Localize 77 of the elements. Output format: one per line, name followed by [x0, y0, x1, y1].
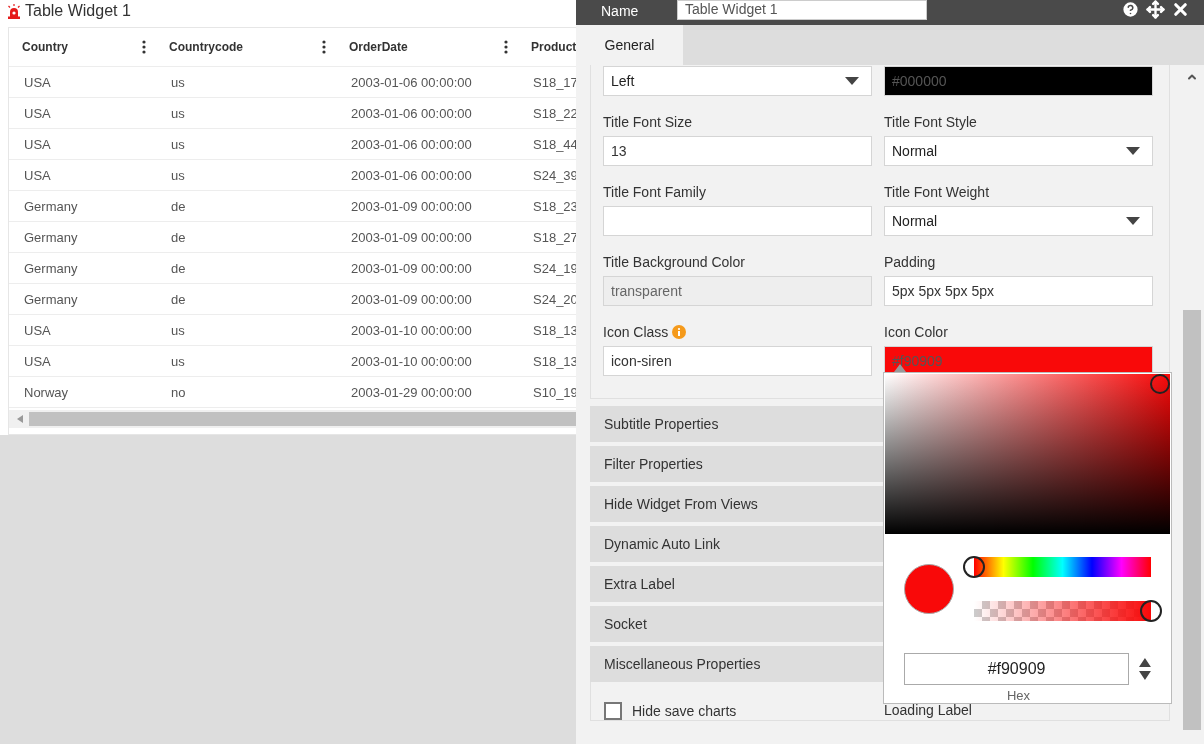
table-cell-text: 2003-01-06 00:00:00	[350, 166, 473, 185]
table-cell-text: USA	[23, 135, 52, 154]
table-cell-text: 2003-01-06 00:00:00	[350, 104, 473, 123]
alpha-thumb[interactable]	[1140, 600, 1162, 622]
field-label: Title Font Weight	[884, 184, 990, 200]
table-cell-text: de	[170, 228, 187, 247]
table-cell-text: de	[170, 290, 187, 309]
close-icon[interactable]	[1171, 0, 1190, 19]
name-field[interactable]: Table Widget 1	[677, 0, 927, 20]
table-cell-text: USA	[23, 104, 52, 123]
field-label: Title Font Style	[884, 114, 977, 130]
table-cell-text: 2003-01-09 00:00:00	[350, 197, 473, 216]
saturation-area[interactable]	[885, 374, 1170, 534]
column-menu-icon[interactable]	[142, 40, 146, 54]
table-cell-text: USA	[23, 166, 52, 185]
table-cell-text: 2003-01-29 00:00:00	[350, 383, 473, 402]
siren-icon	[7, 3, 21, 19]
table-cell-text: de	[170, 259, 187, 278]
table-cell-text: USA	[23, 321, 52, 340]
move-icon[interactable]	[1146, 0, 1165, 19]
field-label: Title Font Size	[603, 114, 692, 130]
field-label: Loading Label	[884, 702, 973, 720]
up-down-arrows-icon[interactable]	[1139, 658, 1151, 680]
table-cell-text: 2003-01-10 00:00:00	[350, 352, 473, 371]
dropdown-caret-icon	[845, 77, 859, 85]
field-label: Title Font Family	[603, 184, 706, 200]
checkbox[interactable]	[604, 702, 622, 720]
input-field[interactable]	[603, 206, 872, 236]
column-header[interactable]: OrderDate	[336, 28, 518, 66]
table-cell-text: us	[170, 135, 186, 154]
table-cell-text: no	[170, 383, 187, 402]
table-cell-text: USA	[23, 73, 52, 92]
hex-label: Hex	[1006, 688, 1031, 703]
select-field[interactable]: Normal	[884, 136, 1153, 166]
horizontal-scrollbar[interactable]	[9, 410, 576, 428]
table-cell-text: 2003-01-09 00:00:00	[350, 228, 473, 247]
table-cell-text: us	[170, 166, 186, 185]
column-header[interactable]: Country	[9, 28, 156, 66]
table-cell-text: us	[170, 352, 186, 371]
input-field[interactable]: 5px 5px 5px 5px	[884, 276, 1153, 306]
help-icon[interactable]	[1121, 0, 1140, 19]
widget-title: Table Widget 1	[25, 2, 131, 20]
dropdown-caret-icon	[1126, 147, 1140, 155]
table-cell-text: 2003-01-06 00:00:00	[350, 135, 473, 154]
hue-thumb[interactable]	[963, 556, 985, 578]
table-cell-text: 2003-01-09 00:00:00	[350, 259, 473, 278]
table-cell-text: USA	[23, 352, 52, 371]
column-header[interactable]: Product	[518, 28, 576, 66]
field-label: Padding	[884, 254, 936, 270]
table-cell-text: Germany	[23, 197, 79, 216]
table-cell-text: Norway	[23, 383, 70, 402]
column-menu-icon[interactable]	[322, 40, 326, 54]
select-field[interactable]: Normal	[884, 206, 1153, 236]
table-cell-text: 2003-01-10 00:00:00	[350, 321, 473, 340]
input-field[interactable]: 13	[603, 136, 872, 166]
hex-field[interactable]: #f90909	[904, 653, 1130, 685]
dropdown-caret-icon	[1126, 217, 1140, 225]
column-header[interactable]: Countrycode	[156, 28, 336, 66]
tab[interactable]: General	[576, 25, 683, 65]
field-label: Title Background Color	[603, 254, 745, 270]
table-cell-text: us	[170, 104, 186, 123]
input-field[interactable]: icon-siren	[603, 346, 872, 376]
name-label: Name	[601, 3, 640, 19]
saturation-thumb[interactable]	[1150, 374, 1170, 394]
table-cell-text: Germany	[23, 290, 79, 309]
table-cell-text: us	[170, 321, 186, 340]
field-label: Icon Class	[603, 324, 669, 340]
table-cell-text: us	[170, 73, 186, 92]
table-cell-text: 2003-01-06 00:00:00	[350, 73, 473, 92]
select-field[interactable]: Left	[603, 66, 872, 96]
table-cell-text: Germany	[23, 259, 79, 278]
table-cell-text: de	[170, 197, 187, 216]
checkbox-label: Hide save charts	[632, 703, 737, 719]
table-cell-text: 2003-01-09 00:00:00	[350, 290, 473, 309]
column-menu-icon[interactable]	[504, 40, 508, 54]
table-cell-text: Germany	[23, 228, 79, 247]
field-label: Icon Color	[884, 324, 948, 340]
